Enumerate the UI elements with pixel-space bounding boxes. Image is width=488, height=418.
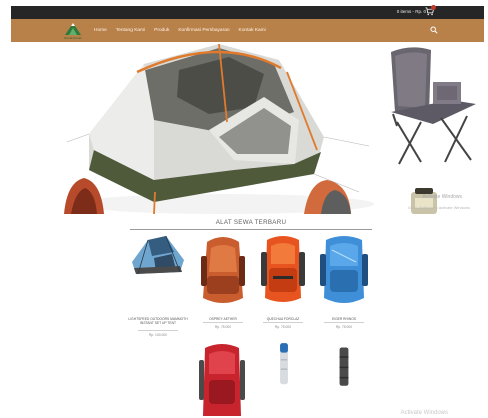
- logo-text: Rumah Kemah: [64, 37, 82, 40]
- product-price: Rp. 75.000: [335, 325, 353, 329]
- nav-home[interactable]: Home: [94, 28, 107, 33]
- site-logo[interactable]: Rumah Kemah: [64, 22, 82, 40]
- product-image-foam-mat[interactable]: [334, 346, 354, 402]
- product-card[interactable]: [253, 232, 313, 308]
- activate-windows-text: Activate Windows: [422, 194, 462, 200]
- section-divider: [130, 229, 372, 230]
- section-title: ALAT SEWA TERBARU: [215, 219, 287, 226]
- camping-chair-image: [391, 47, 476, 165]
- product-card[interactable]: [314, 232, 374, 308]
- cart-count-badge: [431, 5, 436, 10]
- nav-links: Home Tentang Kami Produk Konfirmasi Pemb…: [94, 19, 266, 42]
- product-price: Rp. 100.000: [149, 333, 167, 337]
- product-price-divider: [138, 330, 178, 331]
- product-image-backpack: [320, 236, 368, 303]
- product-image-backpack: [261, 236, 305, 302]
- product-card[interactable]: [128, 232, 188, 308]
- nav-payment-confirmation[interactable]: Konfirmasi Pembayaran: [178, 28, 229, 33]
- product-image-sleeping-mat[interactable]: [274, 340, 294, 400]
- activate-windows-subtext: Go to Settings to activate Windows: [407, 205, 470, 210]
- product-image-backpack: [201, 237, 245, 303]
- product-name[interactable]: EIGER RHINOS: [314, 317, 374, 321]
- main-navbar: Rumah Kemah Home Tentang Kami Produk Kon…: [11, 19, 484, 42]
- mountain-logo-icon: [65, 23, 81, 35]
- activate-windows-footer-text: Activate Windows: [400, 410, 448, 416]
- product-name[interactable]: QUECHUA FORCLAZ: [253, 317, 313, 321]
- product-name[interactable]: OSPREY AETHER: [193, 317, 253, 321]
- hero-banner[interactable]: Activate Windows Go to Settings to activ…: [11, 42, 484, 214]
- nav-contact[interactable]: Kontak Kami: [239, 28, 266, 33]
- top-bar: 0 items - Rp. 0: [11, 5, 484, 19]
- nav-about[interactable]: Tentang Kami: [116, 28, 145, 33]
- nav-products[interactable]: Produk: [154, 28, 169, 33]
- product-price: Rp. 75.000: [214, 325, 232, 329]
- product-price-divider: [324, 322, 364, 323]
- product-name[interactable]: LIGHTSPEED OUTDOORS MAMMOTH INSTANT SET …: [128, 317, 188, 325]
- search-icon[interactable]: [430, 26, 438, 34]
- product-price-divider: [263, 322, 303, 323]
- cart-summary[interactable]: 0 items - Rp. 0: [397, 8, 426, 16]
- product-card[interactable]: [193, 232, 253, 308]
- tent-image: [64, 43, 374, 214]
- product-price: Rp. 75.000: [274, 325, 292, 329]
- product-price-divider: [203, 322, 243, 323]
- product-image-tent: [132, 235, 184, 275]
- product-image-backpack[interactable]: [197, 340, 247, 416]
